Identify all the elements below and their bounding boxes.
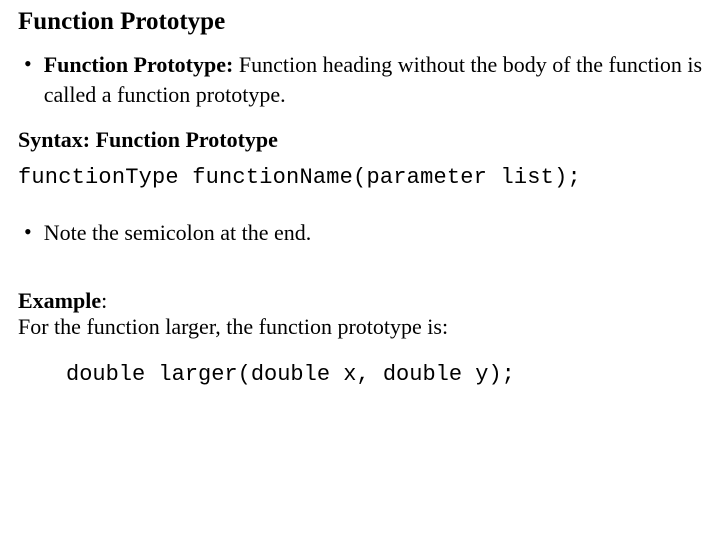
note-bullet: • Note the semicolon at the end. — [18, 218, 702, 248]
page-title: Function Prototype — [18, 8, 702, 36]
bullet-icon: • — [18, 218, 44, 248]
note-text: Note the semicolon at the end. — [44, 218, 312, 248]
example-label-bold: Example — [18, 288, 101, 313]
syntax-code: functionType functionName(parameter list… — [18, 165, 702, 190]
example-label: Example: — [18, 288, 702, 314]
example-label-tail: : — [101, 288, 107, 313]
definition-lead: Function Prototype: — [44, 52, 234, 77]
bullet-icon: • — [18, 50, 44, 109]
example-code: double larger(double x, double y); — [66, 362, 702, 387]
definition-bullet: • Function Prototype: Function heading w… — [18, 50, 702, 109]
example-intro: For the function larger, the function pr… — [18, 314, 702, 340]
syntax-heading: Syntax: Function Prototype — [18, 127, 702, 153]
definition-text: Function Prototype: Function heading wit… — [44, 50, 702, 109]
